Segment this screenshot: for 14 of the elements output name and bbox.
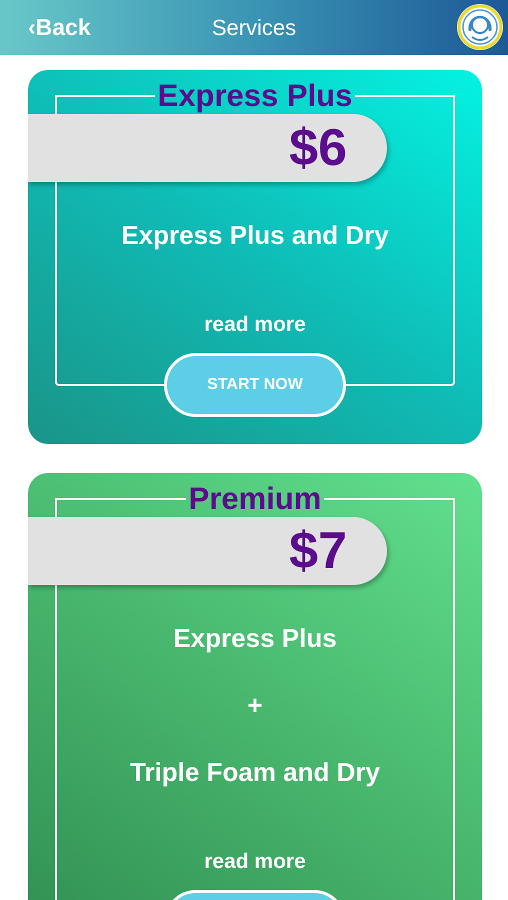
- service-title: Express Plus: [156, 78, 354, 114]
- price: $6: [289, 118, 347, 178]
- read-more-link[interactable]: read more: [204, 850, 306, 874]
- service-description: Express Plus: [173, 623, 337, 654]
- start-now-button[interactable]: START NOW: [164, 353, 346, 417]
- service-description: +: [247, 690, 263, 721]
- page-title: Services: [212, 14, 296, 40]
- headset-icon: [456, 3, 504, 51]
- service-title: Premium: [188, 481, 322, 517]
- service-description: Express Plus and Dry: [121, 220, 389, 251]
- price: $7: [289, 521, 347, 581]
- back-button[interactable]: ‹Back: [28, 14, 91, 41]
- service-description: Triple Foam and Dry: [130, 757, 380, 788]
- read-more-link[interactable]: read more: [204, 313, 306, 337]
